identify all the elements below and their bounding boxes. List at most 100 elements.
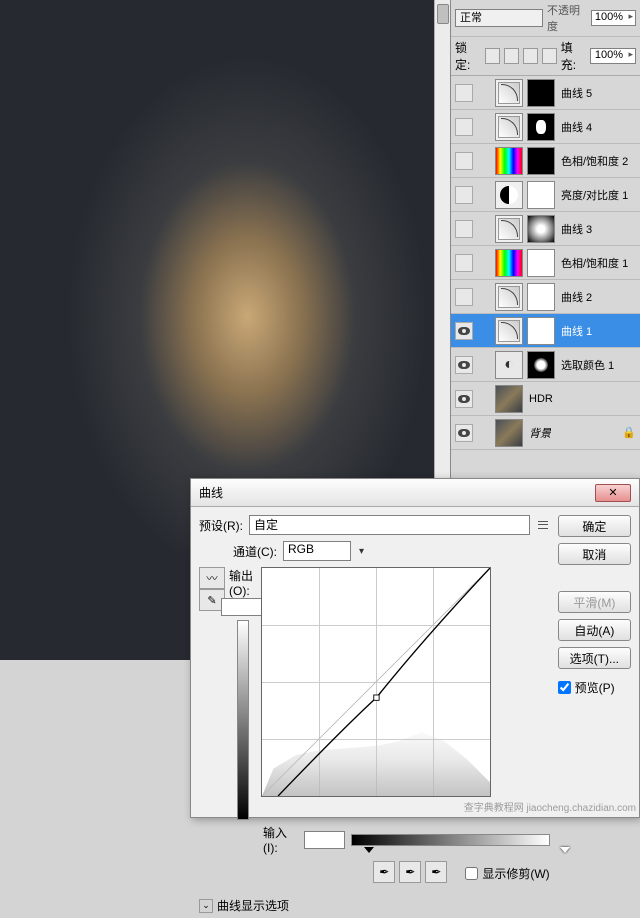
visibility-toggle[interactable] <box>455 322 473 340</box>
white-eyedropper[interactable]: ✒ <box>425 861 447 883</box>
preset-label: 预设(R): <box>199 517 243 534</box>
lock-pixels-icon[interactable] <box>504 48 519 64</box>
layer-row[interactable]: 曲线 5 <box>451 76 640 110</box>
layer-name[interactable]: 曲线 4 <box>559 119 592 135</box>
layer-mask-thumbnail[interactable] <box>527 181 555 209</box>
gray-eyedropper[interactable]: ✒ <box>399 861 421 883</box>
output-field[interactable] <box>221 598 265 616</box>
lock-position-icon[interactable] <box>523 48 538 64</box>
layer-mask-thumbnail[interactable] <box>527 113 555 141</box>
bc-thumbnail[interactable] <box>495 181 523 209</box>
dialog-titlebar[interactable]: 曲线 ✕ <box>191 479 639 507</box>
layer-row[interactable]: HDR <box>451 382 640 416</box>
preset-row: 预设(R): 自定 <box>199 515 550 535</box>
layer-name[interactable]: HDR <box>527 393 553 405</box>
visibility-toggle[interactable] <box>455 288 473 306</box>
cancel-button[interactable]: 取消 <box>558 543 631 565</box>
layer-mask-thumbnail[interactable] <box>527 147 555 175</box>
blend-mode-select[interactable]: 正常 <box>455 9 543 27</box>
visibility-toggle[interactable] <box>455 186 473 204</box>
hue-thumbnail[interactable] <box>495 147 523 175</box>
curves-thumbnail[interactable] <box>495 283 523 311</box>
curve-graph[interactable] <box>261 567 491 797</box>
channel-select[interactable]: RGB <box>283 541 351 561</box>
scrollbar-thumb[interactable] <box>437 4 449 24</box>
curve-path[interactable] <box>262 568 490 796</box>
preview-label: 预览(P) <box>575 679 615 696</box>
preset-select[interactable]: 自定 <box>249 515 530 535</box>
layer-row[interactable]: 色相/饱和度 1 <box>451 246 640 280</box>
layer-mask-thumbnail[interactable] <box>527 351 555 379</box>
input-gradient <box>351 834 549 846</box>
input-label: 输入(I): <box>263 824 298 855</box>
img-thumbnail[interactable] <box>495 419 523 447</box>
layer-mask-thumbnail[interactable] <box>527 249 555 277</box>
curves-thumbnail[interactable] <box>495 317 523 345</box>
input-field[interactable] <box>304 831 345 849</box>
curve-point-tool[interactable]: 〰 <box>199 567 225 589</box>
layer-name[interactable]: 曲线 5 <box>559 85 592 101</box>
visibility-toggle[interactable] <box>455 424 473 442</box>
curves-thumbnail[interactable] <box>495 215 523 243</box>
blend-mode-row: 正常 不透明度 100% <box>451 0 640 37</box>
white-point-slider[interactable] <box>560 847 570 858</box>
curve-display-options-label: 曲线显示选项 <box>217 897 289 914</box>
dialog-close-button[interactable]: ✕ <box>595 484 631 502</box>
layer-row[interactable]: 色相/饱和度 2 <box>451 144 640 178</box>
layer-name[interactable]: 曲线 3 <box>559 221 592 237</box>
hue-thumbnail[interactable] <box>495 249 523 277</box>
layer-mask-thumbnail[interactable] <box>527 317 555 345</box>
show-clipping-checkbox[interactable] <box>465 867 478 880</box>
layer-row[interactable]: 曲线 1 <box>451 314 640 348</box>
layer-row[interactable]: 亮度/对比度 1 <box>451 178 640 212</box>
layer-row[interactable]: 选取颜色 1 <box>451 348 640 382</box>
fill-field[interactable]: 100% <box>590 48 636 64</box>
opacity-field[interactable]: 100% <box>591 10 636 26</box>
ok-button[interactable]: 确定 <box>558 515 631 537</box>
preset-menu-button[interactable] <box>536 518 550 532</box>
layer-name[interactable]: 选取颜色 1 <box>559 357 614 373</box>
layer-name[interactable]: 色相/饱和度 1 <box>559 255 628 271</box>
lock-all-icon[interactable] <box>542 48 557 64</box>
layer-name[interactable]: 背景 <box>527 425 551 441</box>
layer-name[interactable]: 曲线 1 <box>559 323 592 339</box>
visibility-toggle[interactable] <box>455 254 473 272</box>
expand-chevron-icon[interactable]: ⌄ <box>199 899 213 913</box>
channel-label: 通道(C): <box>233 543 277 560</box>
smooth-button[interactable]: 平滑(M) <box>558 591 631 613</box>
layer-mask-thumbnail[interactable] <box>527 79 555 107</box>
black-point-slider[interactable] <box>364 847 374 858</box>
preview-checkbox[interactable] <box>558 681 571 694</box>
visibility-toggle[interactable] <box>455 84 473 102</box>
options-button[interactable]: 选项(T)... <box>558 647 631 669</box>
layer-row[interactable]: 背景🔒 <box>451 416 640 450</box>
layer-row[interactable]: 曲线 2 <box>451 280 640 314</box>
visibility-toggle[interactable] <box>455 390 473 408</box>
visibility-toggle[interactable] <box>455 220 473 238</box>
output-label: 输出(O): <box>229 567 257 598</box>
visibility-toggle[interactable] <box>455 152 473 170</box>
curves-dialog: 曲线 ✕ 预设(R): 自定 通道(C): RGB ▾ 〰 ✎ 输出(O): <box>190 478 640 818</box>
channel-row: 通道(C): RGB ▾ <box>199 541 550 561</box>
img-thumbnail[interactable] <box>495 385 523 413</box>
layer-mask-thumbnail[interactable] <box>527 215 555 243</box>
fill-label: 填充: <box>561 39 587 73</box>
curves-thumbnail[interactable] <box>495 79 523 107</box>
sel-thumbnail[interactable] <box>495 351 523 379</box>
layer-name[interactable]: 色相/饱和度 2 <box>559 153 628 169</box>
input-row: 输入(I): <box>199 824 550 855</box>
curve-display-options-row[interactable]: ⌄ 曲线显示选项 <box>191 897 639 918</box>
lock-row: 锁定: 填充: 100% <box>451 37 640 76</box>
black-eyedropper[interactable]: ✒ <box>373 861 395 883</box>
visibility-toggle[interactable] <box>455 118 473 136</box>
layer-row[interactable]: 曲线 3 <box>451 212 640 246</box>
layer-mask-thumbnail[interactable] <box>527 283 555 311</box>
visibility-toggle[interactable] <box>455 356 473 374</box>
lock-transparency-icon[interactable] <box>485 48 500 64</box>
channel-dropdown-icon[interactable]: ▾ <box>359 546 364 557</box>
layer-row[interactable]: 曲线 4 <box>451 110 640 144</box>
curves-thumbnail[interactable] <box>495 113 523 141</box>
layer-name[interactable]: 亮度/对比度 1 <box>559 187 628 203</box>
auto-button[interactable]: 自动(A) <box>558 619 631 641</box>
layer-name[interactable]: 曲线 2 <box>559 289 592 305</box>
